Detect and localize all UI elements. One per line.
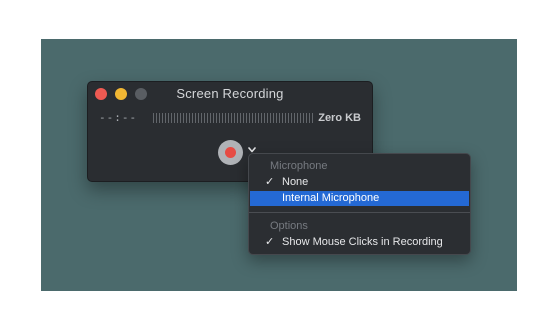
menu-item-label: None — [282, 176, 309, 188]
elapsed-time: --:-- — [99, 111, 138, 124]
options-menu: Microphone ✓ None Internal Microphone Op… — [248, 153, 471, 255]
checkmark-icon: ✓ — [265, 176, 275, 188]
file-size: Zero KB — [318, 112, 361, 124]
title-bar[interactable]: Screen Recording — [88, 82, 372, 104]
checkmark-icon: ✓ — [265, 236, 275, 248]
menu-item-label: Show Mouse Clicks in Recording — [282, 236, 443, 248]
record-button[interactable] — [218, 140, 243, 165]
options-section-header: Options — [270, 220, 308, 232]
menu-item-none[interactable]: ✓ None — [250, 175, 469, 190]
audio-level-meter — [153, 113, 314, 123]
window-title: Screen Recording — [176, 86, 284, 101]
record-icon — [225, 147, 236, 158]
menu-separator — [249, 212, 470, 213]
menu-item-internal-microphone[interactable]: Internal Microphone — [250, 191, 469, 206]
menu-item-label: Internal Microphone — [282, 192, 380, 204]
menu-item-show-mouse-clicks[interactable]: ✓ Show Mouse Clicks in Recording — [250, 235, 469, 250]
microphone-section-header: Microphone — [270, 160, 328, 172]
